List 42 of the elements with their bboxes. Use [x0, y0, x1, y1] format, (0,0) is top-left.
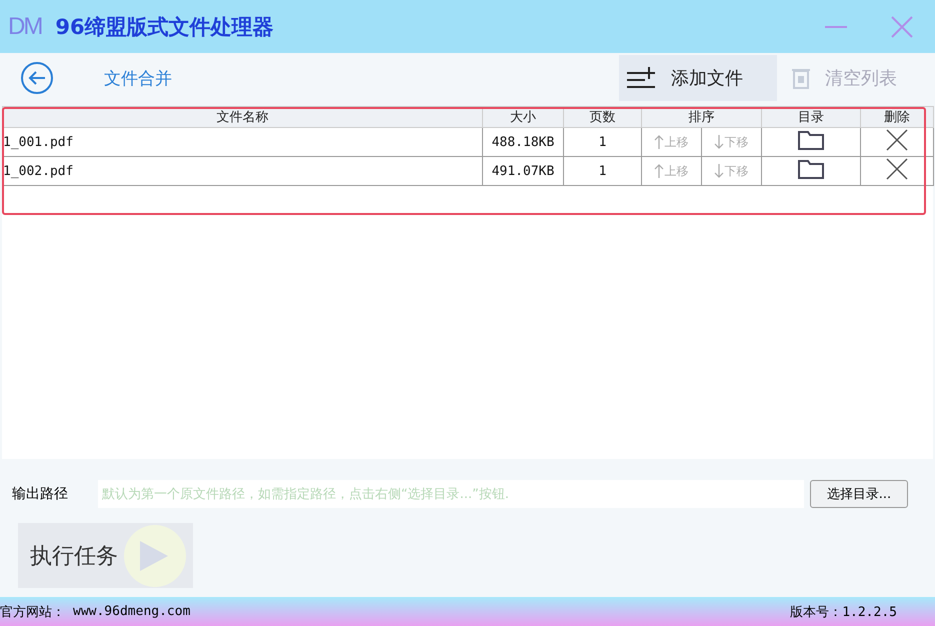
size-cell: 491.07KB [482, 156, 564, 186]
move-down-button[interactable]: 下移 [702, 157, 761, 185]
move-up-button[interactable]: 上移 [642, 157, 702, 185]
up-arrow-icon [654, 164, 664, 178]
website-label: 官方网站： [0, 604, 65, 620]
play-icon [124, 524, 186, 586]
back-button[interactable] [20, 61, 54, 95]
add-list-icon [625, 65, 657, 91]
delete-icon [886, 129, 908, 151]
folder-icon [798, 130, 824, 150]
output-path-field[interactable]: 默认为第一个原文件路径，如需指定路径，点击右侧“选择目录...”按钮. [98, 480, 804, 508]
run-task-button[interactable]: 执行任务 [18, 523, 193, 588]
size-cell: 488.18KB [482, 128, 564, 156]
up-arrow-icon [654, 135, 664, 149]
folder-button[interactable] [798, 130, 824, 150]
column-header: 目录 [762, 106, 860, 128]
delete-icon [886, 158, 908, 180]
column-header: 文件名称 [2, 106, 482, 128]
delete-button[interactable] [886, 158, 908, 180]
down-arrow-icon [714, 164, 724, 178]
output-path-label: 输出路径 [12, 485, 69, 503]
pages-cell: 1 [564, 128, 642, 156]
folder-button[interactable] [798, 159, 824, 179]
trash-icon [791, 67, 811, 89]
column-header: 排序 [642, 106, 762, 128]
delete-button[interactable] [886, 129, 908, 151]
window-title: 96缔盟版式文件处理器 [55, 14, 274, 40]
browse-button[interactable]: 选择目录... [810, 480, 908, 508]
file-name-cell: 1_001.pdf [2, 128, 482, 156]
file-name-cell: 1_002.pdf [2, 156, 482, 186]
down-arrow-icon [714, 135, 724, 149]
folder-icon [798, 159, 824, 179]
website-link[interactable]: www.96dmeng.com [73, 604, 190, 619]
page-title: 文件合并 [104, 68, 172, 90]
pages-cell: 1 [564, 156, 642, 186]
app-logo: DM [8, 12, 42, 40]
close-icon [891, 16, 913, 38]
move-down-button[interactable]: 下移 [702, 128, 761, 156]
version-text: 版本号：1.2.2.5 [790, 604, 897, 620]
move-up-button[interactable]: 上移 [642, 128, 702, 156]
minimize-icon [825, 24, 847, 28]
add-files-button[interactable]: 添加文件 [619, 55, 777, 101]
